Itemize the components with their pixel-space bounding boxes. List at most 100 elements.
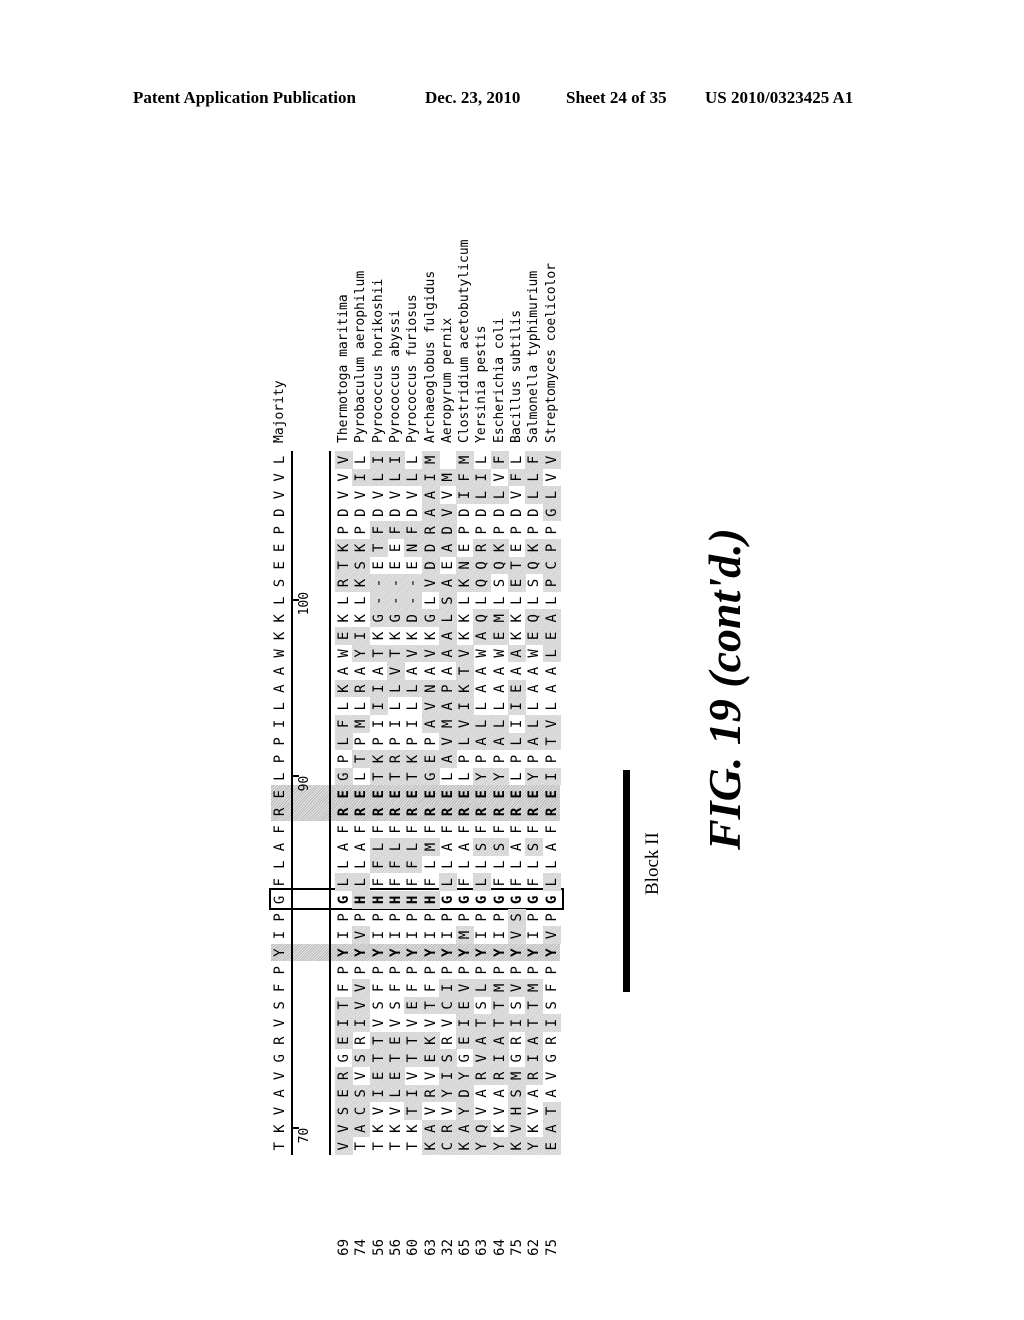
residue: P: [370, 966, 387, 975]
residue: L: [543, 596, 560, 605]
residue: I: [491, 930, 508, 940]
residue: K: [335, 539, 353, 557]
residue: D: [421, 539, 440, 557]
residue: V: [387, 1106, 404, 1116]
residue: Y: [439, 948, 456, 957]
residue: G: [457, 895, 474, 905]
residue: K: [421, 1031, 440, 1050]
residue: A: [474, 684, 491, 693]
residue: E: [542, 627, 561, 645]
residue: R: [370, 807, 387, 817]
residue: P: [336, 913, 352, 922]
residue: T: [525, 996, 544, 1015]
residue: I: [542, 767, 561, 786]
residue: K: [456, 1137, 475, 1155]
residue: P: [491, 526, 508, 535]
residue: L: [439, 860, 456, 869]
residue: M: [490, 609, 509, 627]
residue: S: [370, 1001, 387, 1010]
residue: E: [421, 750, 440, 768]
residue: S: [525, 838, 544, 856]
residue: A: [438, 750, 457, 768]
residue: L: [369, 838, 388, 856]
residue: S: [387, 1001, 404, 1010]
residue: P: [543, 526, 560, 535]
residue: E: [404, 996, 423, 1015]
residue: A: [491, 684, 508, 693]
residue: F: [336, 983, 352, 993]
residue: E: [456, 1031, 475, 1050]
residue: S: [491, 578, 508, 588]
residue: A: [474, 1089, 491, 1098]
residue: K: [422, 631, 439, 641]
residue: Q: [473, 556, 492, 575]
residue: A: [474, 666, 491, 676]
residue: D: [457, 508, 474, 517]
residue: V: [370, 1018, 387, 1028]
residue: I: [352, 468, 371, 487]
residue: P: [509, 526, 525, 535]
majority-residue: E: [272, 790, 288, 799]
residue: E: [387, 790, 404, 799]
residue: P: [543, 754, 560, 764]
residue: A: [421, 1119, 440, 1138]
majority-residue: P: [272, 966, 288, 975]
residue: E: [336, 790, 352, 799]
block-ii-label: Block II: [642, 832, 663, 895]
residue: P: [526, 754, 543, 764]
publication-date: Dec. 23, 2010: [425, 88, 521, 107]
residue: T: [404, 1049, 423, 1067]
residue: R: [335, 1067, 353, 1085]
residue: T: [542, 732, 561, 751]
residue: L: [336, 596, 352, 605]
residue: R: [543, 807, 560, 817]
residue: I: [490, 1049, 509, 1067]
majority-residue: E: [272, 561, 288, 570]
residue: T: [386, 644, 405, 663]
residue: P: [509, 754, 525, 764]
residue: E: [490, 627, 509, 645]
residue: F: [543, 825, 560, 834]
majority-residue: V: [272, 1018, 288, 1028]
residue: K: [509, 631, 525, 641]
residue: P: [336, 526, 352, 535]
residue: A: [438, 644, 457, 663]
residue: G: [336, 895, 352, 905]
residue: E: [386, 1067, 405, 1085]
residue: P: [474, 526, 491, 535]
residue: V: [542, 926, 561, 944]
residue: T: [352, 750, 371, 768]
residue: P: [405, 913, 422, 922]
residue: L: [438, 873, 457, 891]
residue: H: [369, 891, 388, 909]
majority-residue: W: [272, 649, 288, 658]
residue: P: [543, 913, 560, 922]
majority-residue: P: [272, 737, 288, 746]
residue: A: [457, 842, 474, 852]
residue: L: [405, 702, 422, 711]
ruler-tick: [291, 775, 299, 778]
residue: L: [491, 702, 508, 711]
residue: K: [352, 574, 371, 592]
residue: F: [509, 878, 525, 887]
residue: W: [526, 649, 543, 658]
residue: F: [387, 825, 404, 834]
residue: F: [457, 825, 474, 834]
residue: E: [369, 1067, 388, 1085]
residue: P: [353, 526, 370, 535]
residue: H: [404, 891, 423, 909]
residue: L: [457, 860, 474, 869]
residue: Y: [509, 948, 525, 957]
residue: A: [439, 842, 456, 852]
residue: F: [353, 825, 370, 834]
residue: L: [456, 732, 475, 751]
residue: G: [336, 1054, 352, 1063]
residue: R: [525, 1067, 544, 1085]
residue: R: [473, 539, 492, 557]
sequence-start-number: 65: [457, 1239, 474, 1256]
residue: E: [542, 1137, 561, 1155]
residue: L: [474, 860, 491, 869]
residue: P: [491, 754, 508, 764]
residue: V: [405, 1018, 422, 1028]
residue: L: [335, 873, 353, 891]
